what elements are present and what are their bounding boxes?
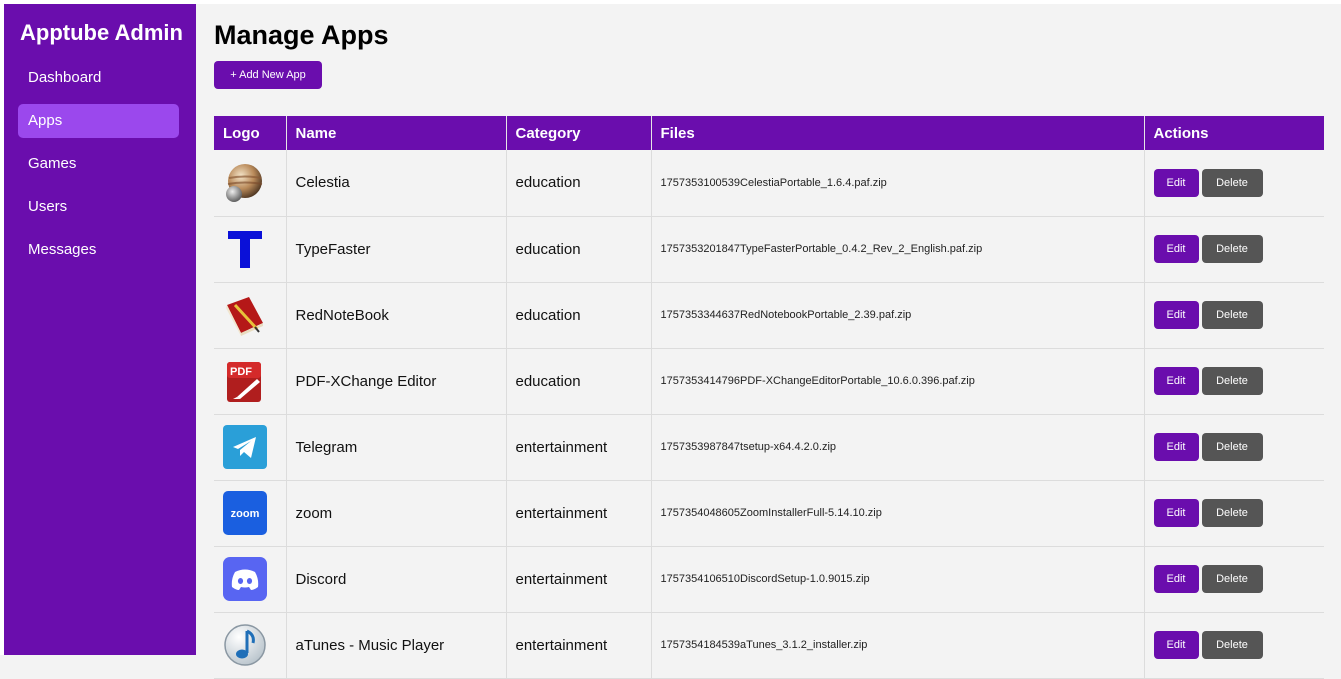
- celestia-planet-icon: [226, 163, 263, 202]
- apps-table: Logo Name Category Files Actions Celesti…: [214, 116, 1324, 679]
- sidebar: Apptube Admin Dashboard Apps Games Users…: [4, 4, 196, 655]
- table-header-row: Logo Name Category Files Actions: [214, 116, 1324, 150]
- logo-cell: [214, 216, 287, 283]
- table-row: RedNoteBook education 1757353344637RedNo…: [214, 282, 1324, 349]
- page-title: Manage Apps: [214, 20, 389, 50]
- logo-cell: [214, 546, 287, 613]
- edit-button[interactable]: Edit: [1153, 235, 1199, 263]
- edit-button[interactable]: Edit: [1153, 168, 1199, 197]
- app-name: RedNoteBook: [286, 282, 507, 349]
- zoom-logo-text: zoom: [231, 508, 260, 520]
- sidebar-item-apps[interactable]: Apps: [18, 104, 179, 138]
- app-category: entertainment: [506, 546, 652, 613]
- sidebar-item-messages[interactable]: Messages: [18, 233, 179, 267]
- app-category: entertainment: [506, 414, 652, 481]
- app-category: education: [506, 216, 652, 283]
- actions-cell: Edit Delete: [1144, 546, 1324, 613]
- header-files: Files: [651, 116, 1145, 150]
- app-category: education: [506, 150, 652, 217]
- delete-button[interactable]: Delete: [1201, 235, 1263, 263]
- app-category: entertainment: [506, 480, 652, 547]
- actions-cell: Edit Delete: [1144, 282, 1324, 349]
- logo-cell: [214, 414, 287, 481]
- table-row: aTunes - Music Player entertainment 1757…: [214, 612, 1324, 679]
- delete-button[interactable]: Delete: [1201, 565, 1263, 593]
- app-file: 1757354184539aTunes_3.1.2_installer.zip: [651, 612, 1145, 679]
- telegram-icon: [223, 425, 267, 469]
- actions-cell: Edit Delete: [1144, 414, 1324, 481]
- logo-cell: zoom: [214, 480, 287, 547]
- delete-button[interactable]: Delete: [1201, 168, 1263, 197]
- table-row: Discord entertainment 1757354106510Disco…: [214, 546, 1324, 613]
- edit-button[interactable]: Edit: [1153, 367, 1199, 395]
- atunes-music-note-icon: [224, 624, 266, 666]
- header-category: Category: [506, 116, 652, 150]
- pdf-xchange-icon: PDF: [227, 362, 261, 402]
- actions-cell: Edit Delete: [1144, 150, 1324, 217]
- app-name: PDF-XChange Editor: [286, 348, 507, 415]
- zoom-icon: zoom: [223, 491, 267, 535]
- edit-button[interactable]: Edit: [1153, 433, 1199, 461]
- table-row: Telegram entertainment 1757353987847tset…: [214, 414, 1324, 481]
- actions-cell: Edit Delete: [1144, 480, 1324, 547]
- actions-cell: Edit Delete: [1144, 348, 1324, 415]
- delete-button[interactable]: Delete: [1201, 367, 1263, 395]
- app-file: 1757354048605ZoomInstallerFull-5.14.10.z…: [651, 480, 1145, 547]
- add-new-app-button[interactable]: + Add New App: [214, 61, 322, 89]
- actions-cell: Edit Delete: [1144, 612, 1324, 679]
- edit-button[interactable]: Edit: [1153, 301, 1199, 329]
- logo-cell: [214, 612, 287, 679]
- app-name: aTunes - Music Player: [286, 612, 507, 679]
- header-actions: Actions: [1144, 116, 1324, 150]
- header-logo: Logo: [214, 116, 287, 150]
- sidebar-item-users[interactable]: Users: [18, 190, 179, 224]
- app-file: 1757353414796PDF-XChangeEditorPortable_1…: [651, 348, 1145, 415]
- header-name: Name: [286, 116, 507, 150]
- discord-icon: [223, 557, 267, 601]
- app-file: 1757353201847TypeFasterPortable_0.4.2_Re…: [651, 216, 1145, 283]
- brand-title: Apptube Admin: [20, 20, 183, 45]
- app-name: zoom: [286, 480, 507, 547]
- typefaster-t-icon: [228, 231, 262, 268]
- logo-cell: [214, 282, 287, 349]
- edit-button[interactable]: Edit: [1153, 499, 1199, 527]
- edit-button[interactable]: Edit: [1153, 565, 1199, 593]
- logo-cell: [214, 150, 287, 217]
- delete-button[interactable]: Delete: [1201, 433, 1263, 461]
- table-row: TypeFaster education 1757353201847TypeFa…: [214, 216, 1324, 283]
- delete-button[interactable]: Delete: [1201, 301, 1263, 329]
- app-name: TypeFaster: [286, 216, 507, 283]
- table-row: PDF PDF-XChange Editor education 1757353…: [214, 348, 1324, 415]
- app-name: Celestia: [286, 150, 507, 217]
- app-category: education: [506, 348, 652, 415]
- pdf-logo-text: PDF: [230, 366, 252, 378]
- delete-button[interactable]: Delete: [1201, 499, 1263, 527]
- app-name: Telegram: [286, 414, 507, 481]
- logo-cell: PDF: [214, 348, 287, 415]
- actions-cell: Edit Delete: [1144, 216, 1324, 283]
- main-content: Manage Apps + Add New App Logo Name Cate…: [196, 4, 1341, 679]
- app-category: education: [506, 282, 652, 349]
- sidebar-item-dashboard[interactable]: Dashboard: [18, 61, 179, 95]
- app-file: 1757353100539CelestiaPortable_1.6.4.paf.…: [651, 150, 1145, 217]
- app-file: 1757354106510DiscordSetup-1.0.9015.zip: [651, 546, 1145, 613]
- app-file: 1757353987847tsetup-x64.4.2.0.zip: [651, 414, 1145, 481]
- app-name: Discord: [286, 546, 507, 613]
- table-row: zoom zoom entertainment 1757354048605Zoo…: [214, 480, 1324, 547]
- table-row: Celestia education 1757353100539Celestia…: [214, 150, 1324, 217]
- app-category: entertainment: [506, 612, 652, 679]
- sidebar-item-games[interactable]: Games: [18, 147, 179, 181]
- rednotebook-book-icon: [226, 297, 263, 336]
- app-file: 1757353344637RedNotebookPortable_2.39.pa…: [651, 282, 1145, 349]
